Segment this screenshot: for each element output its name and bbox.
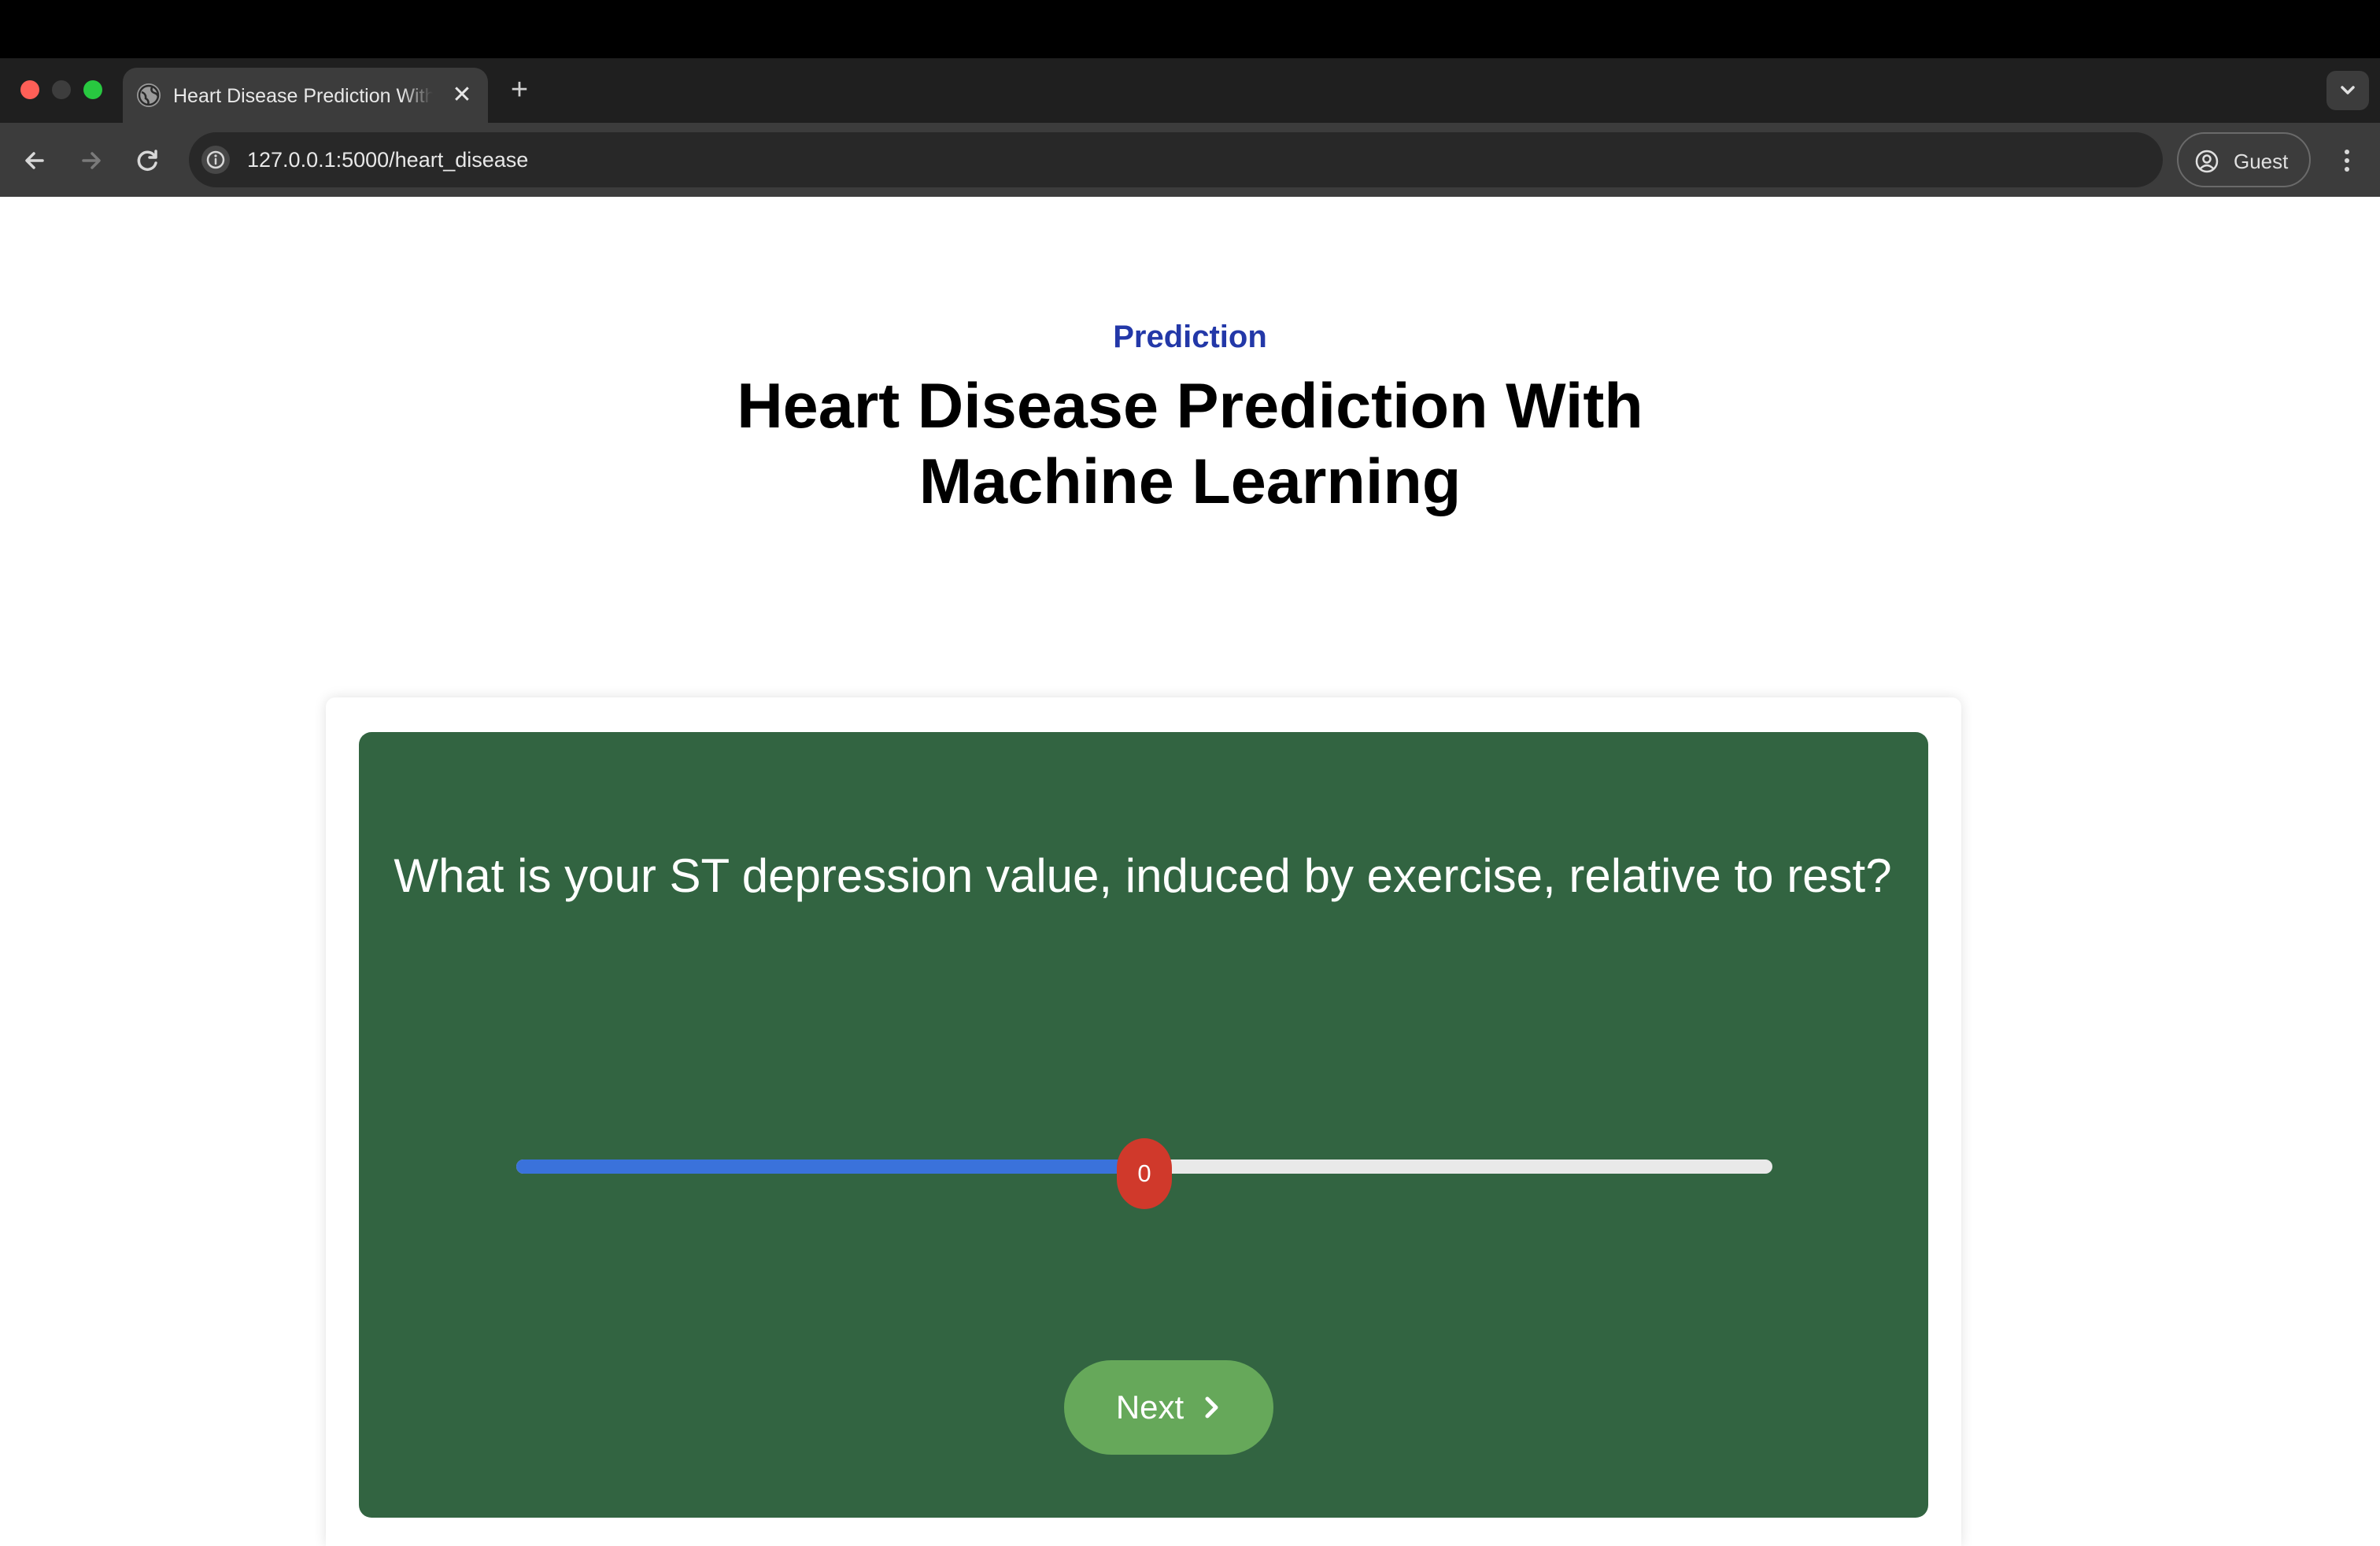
forward-arrow-icon: [82, 152, 101, 169]
section-kicker: Prediction: [1113, 320, 1267, 354]
st-depression-slider[interactable]: 0: [516, 1138, 1772, 1209]
profile-button[interactable]: Guest: [2177, 132, 2311, 187]
forward-button[interactable]: [74, 143, 109, 178]
question-text: What is your ST depression value, induce…: [394, 849, 1892, 902]
os-top-bar: [0, 0, 2380, 58]
globe-icon: [137, 83, 161, 107]
url-text: 127.0.0.1:5000/heart_disease: [247, 148, 529, 172]
chevron-right-icon: [1205, 1396, 1218, 1418]
tab-search-button[interactable]: [2326, 71, 2369, 110]
kebab-menu-icon: [2345, 150, 2349, 172]
window-close-button[interactable]: [20, 80, 39, 99]
browser-tab-active[interactable]: Heart Disease Prediction With Machine Le…: [123, 68, 488, 123]
page-title: Heart Disease Prediction With Machine Le…: [737, 371, 1643, 517]
reload-button[interactable]: [131, 143, 165, 178]
browser-menu-button[interactable]: [2333, 143, 2361, 178]
info-icon[interactable]: [201, 146, 230, 174]
plus-icon[interactable]: +: [504, 74, 535, 105]
slider-value: 0: [1137, 1160, 1151, 1187]
slider-thumb[interactable]: 0: [1117, 1138, 1172, 1209]
close-icon[interactable]: ✕: [447, 80, 477, 110]
slider-fill: [516, 1160, 1144, 1174]
window-zoom-button[interactable]: [83, 80, 102, 99]
back-arrow-icon: [25, 152, 44, 169]
back-button[interactable]: [17, 143, 52, 178]
tab-title: Heart Disease Prediction With Machine Le…: [173, 85, 433, 107]
profile-label: Guest: [2234, 150, 2289, 173]
address-bar[interactable]: 127.0.0.1:5000/heart_disease: [189, 132, 2163, 187]
profile-icon: [2195, 150, 2219, 173]
window-minimize-button[interactable]: [52, 80, 71, 99]
chevron-down-icon: [2341, 86, 2355, 94]
next-label: Next: [1115, 1389, 1184, 1426]
reload-icon: [137, 150, 157, 171]
next-button[interactable]: Next: [1064, 1360, 1273, 1455]
